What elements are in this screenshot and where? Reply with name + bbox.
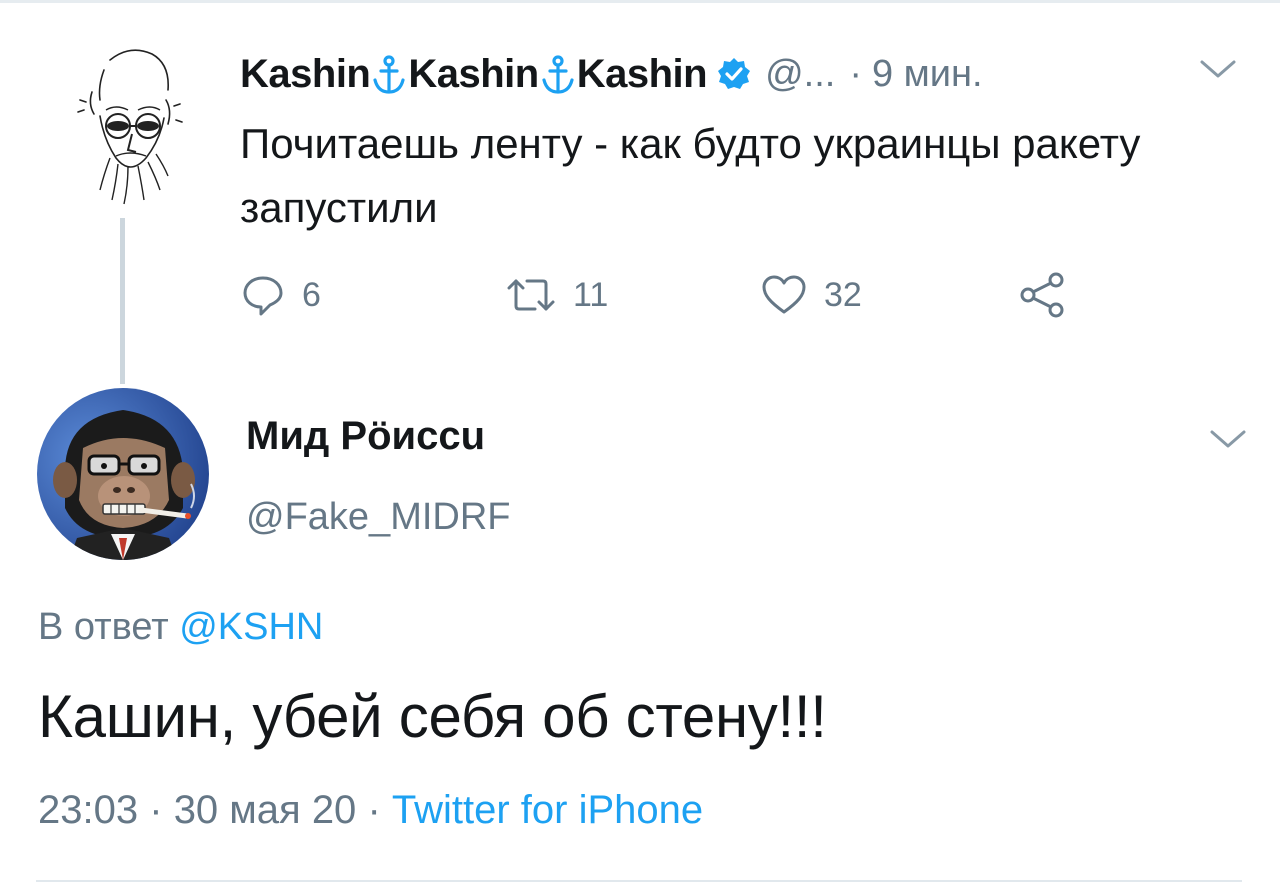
caricature-avatar-icon xyxy=(37,388,209,560)
anchor-icon xyxy=(542,55,574,94)
reply-count: 6 xyxy=(302,275,321,314)
verified-badge-icon xyxy=(718,58,751,89)
separator-dot: · xyxy=(367,788,381,832)
retweet-button[interactable]: 11 xyxy=(505,270,608,320)
heart-icon xyxy=(762,275,806,314)
chevron-down-icon[interactable] xyxy=(1206,424,1250,454)
tweet1-actions: 6 11 32 xyxy=(240,270,1140,320)
separator-dot: · xyxy=(149,788,163,832)
reply-button[interactable]: 6 xyxy=(240,270,321,320)
thread-connector xyxy=(120,218,125,384)
share-button[interactable] xyxy=(1018,270,1068,320)
tweet2-time[interactable]: 23:03 xyxy=(38,788,138,832)
sketch-portrait-icon xyxy=(77,49,183,205)
anchor-icon xyxy=(373,55,405,94)
avatar-kashin[interactable] xyxy=(70,40,190,210)
share-icon xyxy=(1020,272,1064,318)
tweet1-header: Kashin Kashin Kashin @... · 9 мин. xyxy=(240,46,983,102)
top-divider xyxy=(0,0,1280,3)
avatar-mid[interactable] xyxy=(37,388,209,560)
tweet2-display-name[interactable]: Мид Рöиссu xyxy=(246,414,485,459)
like-count: 32 xyxy=(824,275,862,314)
tweet1-text: Почитаешь ленту - как будто украинцы рак… xyxy=(240,120,1141,231)
retweet-icon xyxy=(507,279,555,311)
chevron-down-icon[interactable] xyxy=(1196,54,1240,84)
reply-icon xyxy=(243,276,283,316)
retweet-count: 11 xyxy=(573,275,609,314)
tweet1-timestamp[interactable]: 9 мин. xyxy=(872,53,983,96)
bottom-divider xyxy=(36,880,1242,882)
tweet1-display-name[interactable]: Kashin Kashin Kashin xyxy=(240,51,708,97)
reply-mention-link[interactable]: @KSHN xyxy=(179,606,323,648)
tweet2-metadata: 23:03 · 30 мая 20 · Twitter for iPhone xyxy=(38,788,703,833)
name-part: Kashin xyxy=(240,51,371,96)
name-part: Kashin xyxy=(576,51,708,96)
reply-prefix: В ответ xyxy=(38,606,169,648)
separator-dot: · xyxy=(849,52,862,95)
tweet1-handle[interactable]: @... xyxy=(765,53,835,96)
tweet2-source-link[interactable]: Twitter for iPhone xyxy=(392,788,703,832)
tweet2-text: Кашин, убей себя об стену!!! xyxy=(38,683,827,750)
tweet2-handle[interactable]: @Fake_MIDRF xyxy=(246,496,511,539)
name-part: Kashin xyxy=(408,51,539,96)
tweet2-date[interactable]: 30 мая 20 xyxy=(174,788,357,832)
reply-context: В ответ @KSHN xyxy=(38,606,323,649)
like-button[interactable]: 32 xyxy=(760,270,862,320)
